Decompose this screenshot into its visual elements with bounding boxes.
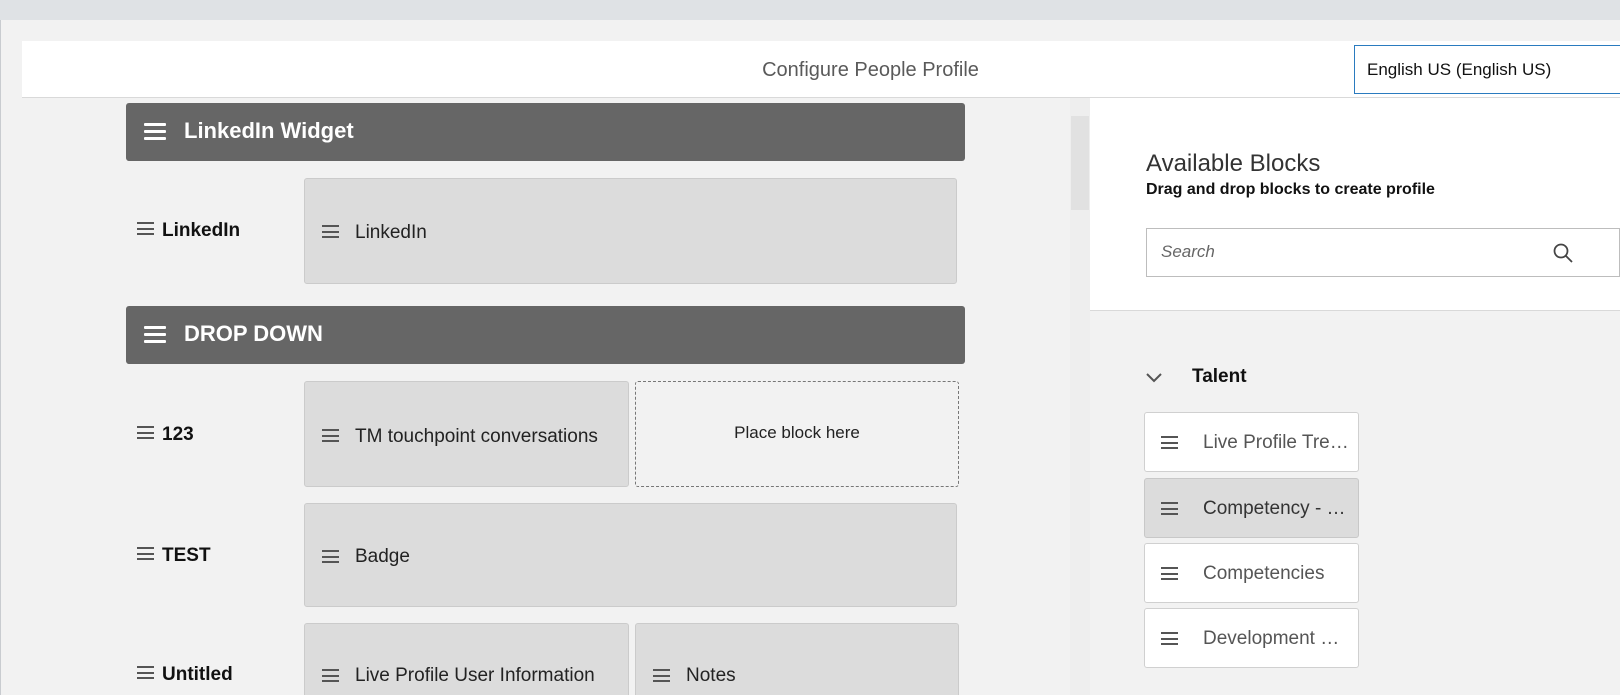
block-label: TM touchpoint conversations — [355, 426, 598, 447]
block-tm-touchpoint-conversations[interactable]: TM touchpoint conversations — [304, 381, 629, 487]
block-badge[interactable]: Badge — [304, 503, 957, 607]
available-blocks-header — [1090, 98, 1620, 311]
available-block-label: Competencies — [1203, 563, 1325, 584]
hamburger-icon[interactable] — [322, 225, 339, 238]
block-linkedin[interactable]: LinkedIn — [304, 178, 957, 284]
available-block-live-profile-trends[interactable]: Live Profile Trends — [1144, 412, 1359, 472]
row-label-test[interactable]: TEST — [137, 545, 211, 567]
hamburger-icon[interactable] — [137, 547, 154, 561]
available-block-label: Live Profile Trends — [1203, 432, 1353, 453]
hamburger-icon[interactable] — [1161, 567, 1178, 580]
place-block-drop-zone[interactable]: Place block here — [635, 381, 959, 487]
panel-title: Available Blocks — [1146, 150, 1321, 177]
hamburger-icon[interactable] — [1161, 436, 1178, 449]
block-label: Notes — [686, 665, 736, 686]
available-block-development-goals[interactable]: Development Goals — [1144, 608, 1359, 668]
block-notes[interactable]: Notes — [635, 623, 959, 695]
section-title: LinkedIn Widget — [184, 118, 354, 143]
search-box[interactable] — [1146, 228, 1620, 277]
available-block-label: Development Goals — [1203, 628, 1353, 649]
hamburger-icon[interactable] — [137, 666, 154, 680]
hamburger-icon[interactable] — [144, 326, 166, 344]
hamburger-icon[interactable] — [322, 429, 339, 442]
section-header-linkedin-widget[interactable]: LinkedIn Widget — [126, 103, 965, 161]
hamburger-icon[interactable] — [1161, 632, 1178, 645]
row-label-text: LinkedIn — [162, 220, 241, 241]
hamburger-icon[interactable] — [653, 669, 670, 682]
row-label-text: Untitled — [162, 664, 233, 685]
browser-top-strip — [0, 0, 1620, 20]
row-label-untitled[interactable]: Untitled — [137, 664, 233, 686]
block-label: LinkedIn — [355, 222, 427, 243]
available-block-competency-ratings[interactable]: Competency - Ratings — [1144, 478, 1359, 538]
search-input[interactable] — [1161, 242, 1541, 262]
hamburger-icon[interactable] — [322, 550, 339, 563]
section-header-drop-down[interactable]: DROP DOWN — [126, 306, 965, 364]
block-live-profile-user-information[interactable]: Live Profile User Information — [304, 623, 629, 695]
page-header: Configure People Profile English US (Eng… — [22, 41, 1620, 98]
hamburger-icon[interactable] — [322, 669, 339, 682]
block-label: Badge — [355, 546, 410, 567]
section-title: DROP DOWN — [184, 321, 323, 346]
hamburger-icon[interactable] — [1161, 502, 1178, 515]
hamburger-icon[interactable] — [137, 222, 154, 236]
category-label: Talent — [1192, 366, 1247, 387]
search-icon[interactable] — [1552, 242, 1574, 264]
row-label-123[interactable]: 123 — [137, 424, 194, 446]
row-label-text: TEST — [162, 545, 211, 566]
panel-subtitle: Drag and drop blocks to create profile — [1146, 181, 1435, 198]
chevron-down-icon[interactable] — [1144, 367, 1164, 387]
available-block-label: Competency - Ratings — [1203, 498, 1353, 519]
hamburger-icon[interactable] — [144, 123, 166, 141]
available-block-competencies[interactable]: Competencies — [1144, 543, 1359, 603]
language-select[interactable]: English US (English US) — [1354, 45, 1620, 94]
canvas-scrollbar-thumb[interactable] — [1071, 116, 1089, 210]
row-label-text: 123 — [162, 424, 194, 445]
hamburger-icon[interactable] — [137, 426, 154, 440]
block-label: Live Profile User Information — [355, 665, 595, 686]
row-label-linkedin[interactable]: LinkedIn — [137, 220, 240, 242]
